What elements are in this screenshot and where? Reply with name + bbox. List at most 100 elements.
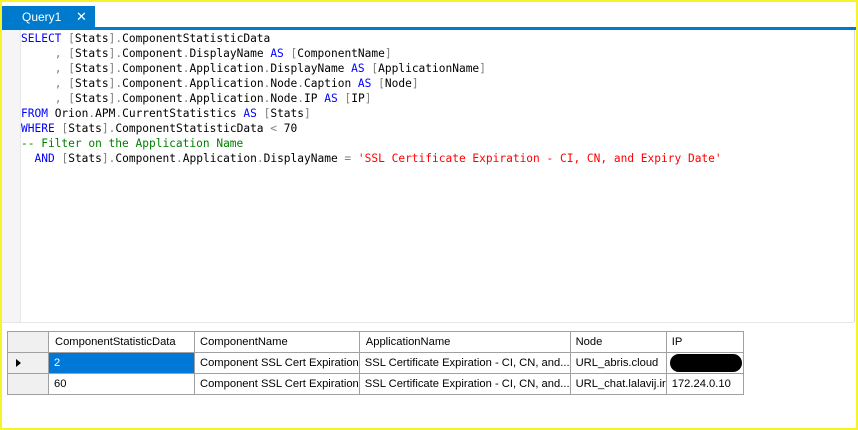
row-header[interactable] <box>7 373 49 395</box>
code-token: Caption <box>304 77 358 90</box>
code-token: SELECT <box>21 32 62 45</box>
code-token: ] <box>384 47 392 60</box>
code-line[interactable]: WHERE [Stats].ComponentStatisticData < 7… <box>21 121 722 136</box>
code-token: AS <box>357 77 372 90</box>
code-token: ] <box>479 62 486 75</box>
code-token: ] <box>304 107 311 120</box>
code-token: ApplicationName <box>378 62 480 75</box>
code-token: ]. <box>108 62 123 75</box>
code-token: ]. <box>108 77 123 90</box>
code-line[interactable]: , [Stats].Component.DisplayName AS [Comp… <box>21 46 722 61</box>
close-icon[interactable]: ✕ <box>76 9 87 25</box>
code-token: ]. <box>108 47 123 60</box>
tab-query1[interactable]: Query1 ✕ <box>2 6 95 27</box>
cell-applicationname[interactable]: SSL Certificate Expiration - CI, CN, and… <box>358 373 571 395</box>
code-token: [ <box>68 77 75 90</box>
code-token: Node <box>270 92 298 105</box>
column-header-componentname[interactable]: ComponentName <box>194 331 360 353</box>
code-token: . <box>176 152 183 165</box>
column-header-applicationname[interactable]: ApplicationName <box>358 331 571 353</box>
code-token: ComponentName <box>297 47 385 60</box>
code-token: Orion <box>47 107 89 120</box>
code-token: ] <box>364 92 372 105</box>
query-window: Query1 ✕ SELECT [Stats].ComponentStatist… <box>0 0 858 430</box>
code-token: AS <box>270 47 284 60</box>
results-grid[interactable]: ComponentStatisticData ComponentName App… <box>7 331 744 395</box>
sql-editor[interactable]: SELECT [Stats].ComponentStatisticData , … <box>2 30 855 322</box>
code-line[interactable]: , [Stats].Component.Application.Node.IP … <box>21 91 722 106</box>
code-token: APM <box>95 107 116 120</box>
header-row: ComponentStatisticData ComponentName App… <box>7 331 744 353</box>
results-panel: ComponentStatisticData ComponentName App… <box>2 328 856 428</box>
code-token: AND <box>34 152 55 165</box>
code-token: DisplayName <box>189 47 271 60</box>
code-line[interactable]: , [Stats].Component.Application.Node.Cap… <box>21 76 722 91</box>
code-token: . <box>256 152 264 165</box>
code-line[interactable]: -- Filter on the Application Name <box>21 136 722 151</box>
code-token: Stats <box>68 152 102 165</box>
cell-ip[interactable]: 172.24.0.10 <box>665 373 744 395</box>
code-token: Stats <box>74 47 109 60</box>
code-token: ]. <box>101 122 116 135</box>
column-header-ip[interactable]: IP <box>665 331 744 353</box>
code-token: [ <box>68 62 75 75</box>
code-token: Application <box>189 92 264 105</box>
cell-componentstatisticdata[interactable]: 2 <box>48 352 195 374</box>
editor-gutter <box>2 30 21 322</box>
code-token: ]. <box>108 92 123 105</box>
code-token: Stats <box>68 122 102 135</box>
code-line[interactable]: AND [Stats].Component.Application.Displa… <box>21 151 721 166</box>
code-line[interactable]: FROM Orion.APM.CurrentStatistics AS [Sta… <box>21 106 722 121</box>
sql-code[interactable]: SELECT [Stats].ComponentStatisticData , … <box>21 31 722 166</box>
cell-componentname[interactable]: Component SSL Cert Expiration <box>194 352 360 374</box>
column-header-componentstatisticdata[interactable]: ComponentStatisticData <box>48 331 195 353</box>
code-token: Application <box>182 152 257 165</box>
column-header-node[interactable]: Node <box>569 331 667 353</box>
code-token: Node <box>384 77 412 90</box>
grid-corner[interactable] <box>7 331 49 353</box>
row-header-current[interactable] <box>7 352 49 374</box>
redaction-mark <box>669 354 742 372</box>
code-token: [ <box>378 77 385 90</box>
current-row-arrow-icon <box>16 359 21 367</box>
table-row[interactable]: 2 Component SSL Cert Expiration SSL Cert… <box>7 352 744 374</box>
code-line[interactable]: , [Stats].Component.Application.DisplayN… <box>21 61 722 76</box>
code-token: DisplayName <box>270 62 352 75</box>
code-line[interactable]: SELECT [Stats].ComponentStatisticData <box>21 31 722 46</box>
code-token: AS <box>243 107 257 120</box>
code-token: Stats <box>270 107 305 120</box>
cell-componentstatisticdata[interactable]: 60 <box>48 373 195 395</box>
code-token: ComponentStatisticData <box>122 32 271 45</box>
cell-ip[interactable] <box>665 352 744 374</box>
code-token: AS <box>351 62 365 75</box>
code-token: Application <box>189 62 264 75</box>
cell-node[interactable]: URL_chat.lalavij.ir <box>569 373 667 395</box>
code-token: IP <box>304 92 325 105</box>
cell-applicationname[interactable]: SSL Certificate Expiration - CI, CN, and… <box>358 352 571 374</box>
code-token: ] <box>411 77 419 90</box>
code-token: [ <box>68 47 75 60</box>
code-token: DisplayName <box>263 152 345 165</box>
code-token: Application <box>189 77 264 90</box>
code-token: Node <box>270 77 298 90</box>
code-token: 70 <box>277 122 298 135</box>
cell-node[interactable]: URL_abris.cloud <box>569 352 667 374</box>
code-token: Component <box>122 77 183 90</box>
code-token: IP <box>351 92 365 105</box>
code-token: Stats <box>74 62 109 75</box>
table-row[interactable]: 60 Component SSL Cert Expiration SSL Cer… <box>7 373 744 395</box>
tab-title: Query1 <box>22 9 62 24</box>
code-token: Component <box>122 62 183 75</box>
code-token: Stats <box>74 77 109 90</box>
code-token: Stats <box>74 92 109 105</box>
cell-componentname[interactable]: Component SSL Cert Expiration <box>194 373 360 395</box>
code-token: [ <box>68 92 75 105</box>
code-token: CurrentStatistics <box>122 107 244 120</box>
